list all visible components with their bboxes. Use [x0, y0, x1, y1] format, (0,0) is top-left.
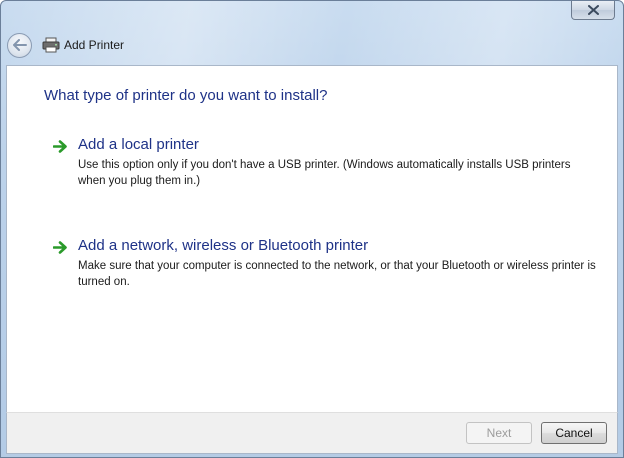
button-bar: Next Cancel — [6, 412, 618, 454]
content-panel: What type of printer do you want to inst… — [6, 65, 618, 412]
add-network-printer-option[interactable]: Add a network, wireless or Bluetooth pri… — [53, 237, 598, 289]
green-arrow-icon — [53, 241, 67, 254]
page-heading: What type of printer do you want to inst… — [44, 87, 328, 104]
close-icon — [587, 5, 599, 15]
option-description: Use this option only if you don't have a… — [78, 159, 571, 187]
title-bar-row: Add Printer — [7, 32, 124, 58]
add-local-printer-option[interactable]: Add a local printer Use this option only… — [53, 136, 598, 188]
next-button[interactable]: Next — [466, 422, 532, 444]
printer-icon — [42, 37, 60, 53]
add-printer-window: Add Printer What type of printer do you … — [0, 0, 624, 458]
option-title: Add a network, wireless or Bluetooth pri… — [78, 237, 369, 254]
back-button[interactable] — [7, 32, 32, 58]
window-title: Add Printer — [64, 38, 125, 52]
green-arrow-icon — [53, 140, 67, 153]
close-button[interactable] — [571, 1, 615, 20]
window-bottom-border — [1, 454, 623, 457]
cancel-button[interactable]: Cancel — [541, 422, 607, 444]
option-description: Make sure that your computer is connecte… — [78, 260, 596, 288]
option-title: Add a local printer — [78, 136, 199, 153]
back-arrow-icon — [12, 39, 27, 51]
